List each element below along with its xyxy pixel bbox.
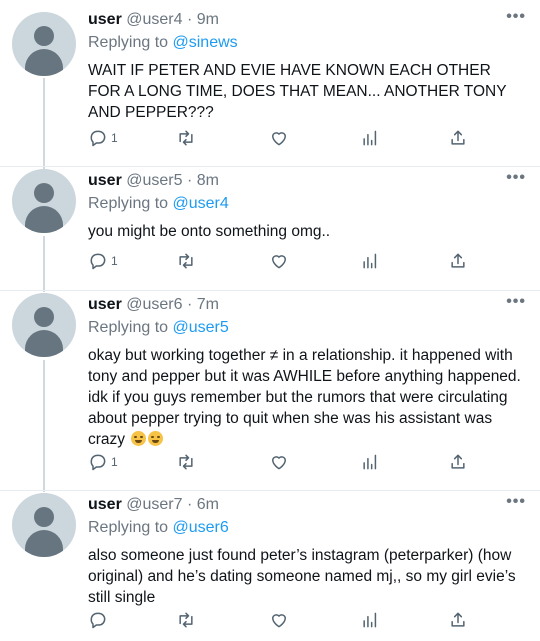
tweet[interactable]: user @user7 · 6m ••• Replying to @user6 … <box>0 491 540 641</box>
avatar[interactable] <box>12 12 76 76</box>
replying-to: Replying to @user6 <box>88 517 526 539</box>
avatar[interactable] <box>12 293 76 357</box>
more-icon[interactable]: ••• <box>506 9 526 25</box>
retweet-button[interactable] <box>176 248 196 274</box>
stats-icon <box>363 454 377 470</box>
replying-to: Replying to @user4 <box>88 193 526 215</box>
stats-icon <box>363 253 377 269</box>
tweet-text: also someone just found peter’s instagra… <box>88 547 516 606</box>
timestamp[interactable]: 7m <box>197 296 219 313</box>
separator: · <box>182 496 197 513</box>
share-button[interactable] <box>448 248 468 274</box>
more-icon[interactable]: ••• <box>506 170 526 186</box>
tweet-actions: 1 <box>88 449 478 475</box>
avatar[interactable] <box>12 493 76 557</box>
grinning-sweat-emoji <box>148 431 164 446</box>
replying-to-label: Replying to <box>88 34 169 51</box>
reply-icon <box>90 612 106 629</box>
user-handle[interactable]: @user6 <box>126 296 182 313</box>
tweet-header: user @user6 · 7m ••• <box>88 294 526 315</box>
separator: · <box>182 296 197 313</box>
like-icon <box>272 255 286 269</box>
reply-button[interactable]: 1 <box>88 248 118 274</box>
user-handle[interactable]: @user7 <box>126 496 182 513</box>
timestamp[interactable]: 8m <box>197 172 219 189</box>
reply-button[interactable]: 1 <box>88 125 118 151</box>
user-name[interactable]: user <box>88 172 122 189</box>
stats-button[interactable] <box>360 248 380 274</box>
tweet-actions: 1 <box>88 248 478 274</box>
tweet-header: user @user5 · 8m ••• <box>88 170 526 191</box>
tweet[interactable]: user @user4 · 9m ••• Replying to @sinews… <box>0 0 540 168</box>
like-icon <box>272 132 286 146</box>
retweet-icon <box>179 612 193 628</box>
like-icon <box>272 456 286 470</box>
stats-button[interactable] <box>360 607 380 633</box>
like-button[interactable] <box>269 449 289 475</box>
reply-button[interactable] <box>88 607 111 633</box>
reply-button[interactable]: 1 <box>88 449 118 475</box>
stats-button[interactable] <box>360 449 380 475</box>
replying-to-mention[interactable]: @sinews <box>173 34 238 51</box>
reply-icon <box>90 130 106 147</box>
retweet-button[interactable] <box>176 125 196 151</box>
replying-to: Replying to @sinews <box>88 32 526 54</box>
retweet-button[interactable] <box>176 449 196 475</box>
reply-count: 1 <box>111 254 118 268</box>
stats-button[interactable] <box>360 125 380 151</box>
share-button[interactable] <box>448 125 468 151</box>
like-icon <box>272 614 286 628</box>
tweet-actions: 1 <box>88 125 478 151</box>
replying-to-label: Replying to <box>88 319 169 336</box>
like-button[interactable] <box>269 125 289 151</box>
tweet[interactable]: user @user5 · 8m ••• Replying to @user4 … <box>0 167 540 291</box>
reply-icon <box>90 253 106 270</box>
more-icon[interactable]: ••• <box>506 294 526 310</box>
more-icon[interactable]: ••• <box>506 494 526 510</box>
tweet[interactable]: user @user6 · 7m ••• Replying to @user5 … <box>0 291 540 491</box>
share-icon <box>451 253 465 268</box>
retweet-icon <box>179 253 193 269</box>
replying-to-label: Replying to <box>88 519 169 536</box>
share-icon <box>451 130 465 145</box>
tweet-text: WAIT IF PETER AND EVIE HAVE KNOWN EACH O… <box>88 62 507 121</box>
replying-to: Replying to @user5 <box>88 317 526 339</box>
tweet-text-container: okay but working together ≠ in a relatio… <box>88 345 526 450</box>
replying-to-label: Replying to <box>88 195 169 212</box>
share-icon <box>451 454 465 469</box>
share-icon <box>451 612 465 627</box>
reply-count: 1 <box>111 131 118 145</box>
user-name[interactable]: user <box>88 496 122 513</box>
avatar[interactable] <box>12 169 76 233</box>
timestamp[interactable]: 6m <box>197 496 219 513</box>
separator: · <box>182 172 197 189</box>
reply-icon <box>90 454 106 471</box>
stats-icon <box>363 130 377 146</box>
tweet-text: you might be onto something omg.. <box>88 223 331 240</box>
tweet-header: user @user4 · 9m ••• <box>88 9 526 30</box>
timestamp[interactable]: 9m <box>197 11 219 28</box>
user-handle[interactable]: @user5 <box>126 172 182 189</box>
share-button[interactable] <box>448 449 468 475</box>
share-button[interactable] <box>448 607 468 633</box>
reply-count: 1 <box>111 455 118 469</box>
retweet-icon <box>179 454 193 470</box>
tweet-actions <box>88 607 478 633</box>
separator: · <box>182 11 197 28</box>
user-name[interactable]: user <box>88 296 122 313</box>
stats-icon <box>363 612 377 628</box>
like-button[interactable] <box>269 248 289 274</box>
grinning-sweat-emoji <box>131 431 147 446</box>
retweet-icon <box>179 130 193 146</box>
user-name[interactable]: user <box>88 11 122 28</box>
like-button[interactable] <box>269 607 289 633</box>
user-handle[interactable]: @user4 <box>126 11 182 28</box>
replying-to-mention[interactable]: @user4 <box>173 195 229 212</box>
replying-to-mention[interactable]: @user5 <box>173 319 229 336</box>
replying-to-mention[interactable]: @user6 <box>173 519 229 536</box>
tweet-header: user @user7 · 6m ••• <box>88 494 526 515</box>
retweet-button[interactable] <box>176 607 196 633</box>
